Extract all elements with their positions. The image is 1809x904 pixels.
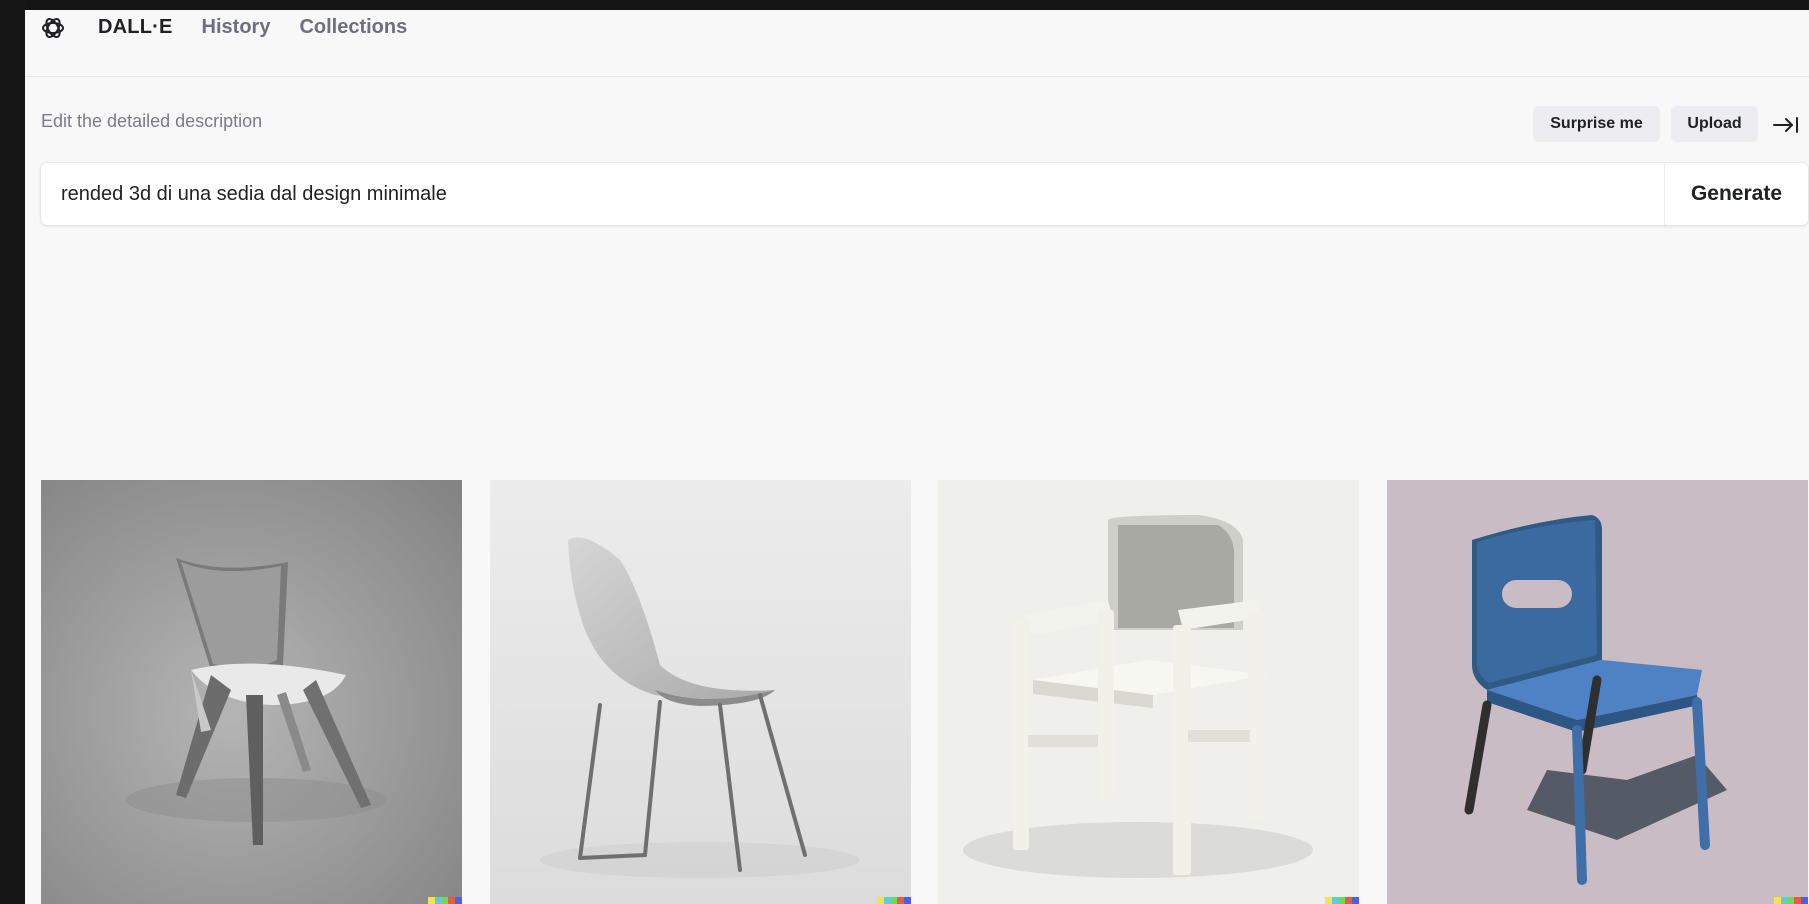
prompt-label: Edit the detailed description: [41, 111, 263, 131]
nav-history[interactable]: History: [202, 16, 271, 39]
chair-image-4: [1387, 480, 1808, 904]
generated-image-1[interactable]: [41, 480, 462, 904]
top-header: DALL·E History Collections: [25, 10, 1809, 77]
generated-image-4[interactable]: [1387, 480, 1808, 904]
generated-image-2[interactable]: [490, 480, 911, 904]
generate-button[interactable]: Generate: [1664, 163, 1808, 225]
surprise-me-button[interactable]: Surprise me: [1533, 106, 1660, 142]
window-left-edge: [0, 0, 25, 904]
prompt-box: Generate: [41, 163, 1808, 225]
openai-logo-icon[interactable]: [39, 14, 67, 42]
collapse-right-icon[interactable]: [1772, 115, 1800, 135]
watermark: [428, 897, 462, 904]
dalle-app: DALL·E History Collections Edit the deta…: [25, 10, 1809, 904]
watermark: [1325, 897, 1359, 904]
nav-dalle[interactable]: DALL·E: [98, 16, 173, 39]
upload-button[interactable]: Upload: [1671, 106, 1758, 142]
generated-image-3[interactable]: [938, 480, 1359, 904]
chair-image-2: [490, 480, 911, 904]
watermark: [1774, 897, 1808, 904]
nav-collections[interactable]: Collections: [299, 16, 407, 39]
main-nav: DALL·E History Collections: [98, 16, 407, 39]
chair-image-1: [41, 480, 462, 904]
window-top-bar: [0, 0, 1809, 10]
chair-image-3: [938, 480, 1359, 904]
watermark: [877, 897, 911, 904]
prompt-input[interactable]: [41, 163, 1663, 225]
